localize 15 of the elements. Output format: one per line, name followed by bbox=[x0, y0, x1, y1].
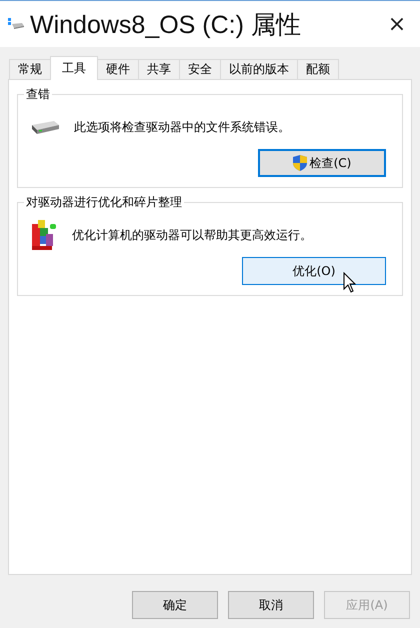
dialog-button[interactable]: 取消 bbox=[228, 591, 314, 619]
dialog-button[interactable]: 确定 bbox=[132, 591, 218, 619]
tab[interactable]: 工具 bbox=[50, 56, 98, 80]
drive-icon bbox=[8, 18, 24, 30]
window-title: Windows8_OS (C:) 属性 bbox=[30, 10, 302, 40]
action-button[interactable]: 检查(C) bbox=[258, 149, 386, 177]
defrag-icon bbox=[30, 218, 58, 252]
description-text: 优化计算机的驱动器可以帮助其更高效运行。 bbox=[72, 226, 312, 244]
cursor-icon bbox=[343, 272, 357, 294]
tab[interactable]: 常规 bbox=[9, 59, 51, 79]
tab[interactable]: 配额 bbox=[297, 59, 339, 79]
description-text: 此选项将检查驱动器中的文件系统错误。 bbox=[74, 118, 290, 136]
group-title: 对驱动器进行优化和碎片整理 bbox=[24, 194, 184, 211]
close-button[interactable]: × bbox=[374, 4, 420, 44]
shield-icon bbox=[292, 155, 307, 171]
